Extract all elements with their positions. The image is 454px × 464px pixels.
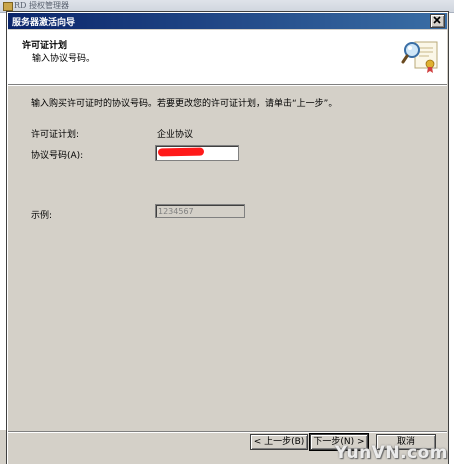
agreement-number-label: 协议号码(A): [31, 151, 84, 161]
example-input [155, 204, 245, 218]
certificate-magnifier-icon [401, 41, 438, 73]
background-window-title: RD 授权管理器 [14, 1, 69, 10]
back-button[interactable]: < 上一步(B) [250, 434, 308, 450]
page-title: 许可证计划 [22, 41, 68, 51]
dialog-title: 服务器激活向导 [12, 18, 76, 28]
agreement-number-input[interactable] [155, 145, 239, 161]
license-plan-label: 许可证计划: [31, 130, 80, 140]
screen: RD 授权管理器 服务器激活向导 许可证计划 输入协议号码。 输入购买许可证时的… [0, 0, 454, 464]
activation-wizard-dialog: 服务器激活向导 许可证计划 输入协议号码。 输入购买许可证时的协议号码。若要更改… [6, 11, 449, 464]
dialog-titlebar[interactable]: 服务器激活向导 [8, 13, 447, 29]
close-button[interactable] [430, 14, 445, 28]
license-plan-value: 企业协议 [157, 130, 194, 140]
wizard-header: 许可证计划 输入协议号码。 [8, 30, 447, 85]
page-subtitle: 输入协议号码。 [32, 54, 96, 64]
instruction-text: 输入购买许可证时的协议号码。若要更改您的许可证计划，请单击“上一步”。 [31, 99, 338, 109]
app-icon [3, 2, 13, 11]
example-label: 示例: [31, 211, 53, 221]
footer-separator [8, 431, 447, 433]
cancel-button[interactable]: 取消 [376, 434, 436, 450]
next-button[interactable]: 下一步(N) > [309, 433, 369, 451]
agreement-number-wrap [155, 145, 239, 161]
close-icon [433, 16, 441, 24]
